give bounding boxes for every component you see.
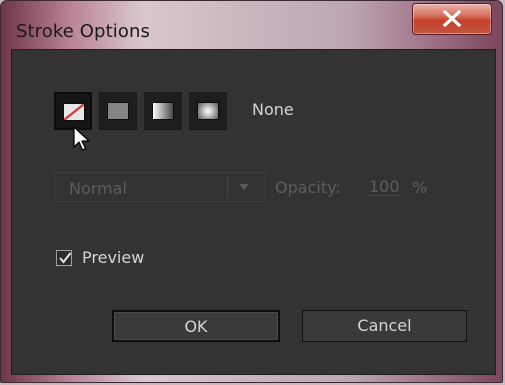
radial-gradient-icon xyxy=(197,102,219,120)
none-fill-icon xyxy=(63,103,85,121)
opacity-unit: % xyxy=(412,178,428,197)
blend-mode-select[interactable]: Normal xyxy=(54,172,266,202)
fill-radial-gradient-button[interactable] xyxy=(189,92,227,130)
opacity-label: Opacity: xyxy=(275,178,341,197)
preview-checkbox[interactable] xyxy=(56,250,72,266)
fill-linear-gradient-button[interactable] xyxy=(144,92,182,130)
blend-mode-value: Normal xyxy=(69,179,127,198)
opacity-input[interactable]: 100 xyxy=(369,178,400,196)
fill-type-label: None xyxy=(252,100,294,119)
close-button[interactable] xyxy=(412,3,492,35)
dialog-title: Stroke Options xyxy=(16,21,150,42)
dialog-body: None Normal Opacity: 100 % Preview OK Ca… xyxy=(11,49,496,375)
fill-solid-button[interactable] xyxy=(99,92,137,130)
chevron-down-icon xyxy=(239,184,249,190)
cancel-button[interactable]: Cancel xyxy=(302,310,467,342)
preview-label[interactable]: Preview xyxy=(82,248,144,267)
fill-none-button[interactable] xyxy=(54,92,92,130)
close-icon xyxy=(443,10,461,27)
dialog-window: Stroke Options None Normal Opacity: 100 … xyxy=(0,0,503,383)
title-bar[interactable]: Stroke Options xyxy=(1,1,502,42)
ok-button[interactable]: OK xyxy=(112,310,280,342)
solid-fill-icon xyxy=(107,102,129,120)
mouse-cursor-icon xyxy=(73,126,90,151)
select-divider xyxy=(227,176,228,198)
checkmark-icon xyxy=(59,252,72,264)
linear-gradient-icon xyxy=(152,102,174,120)
